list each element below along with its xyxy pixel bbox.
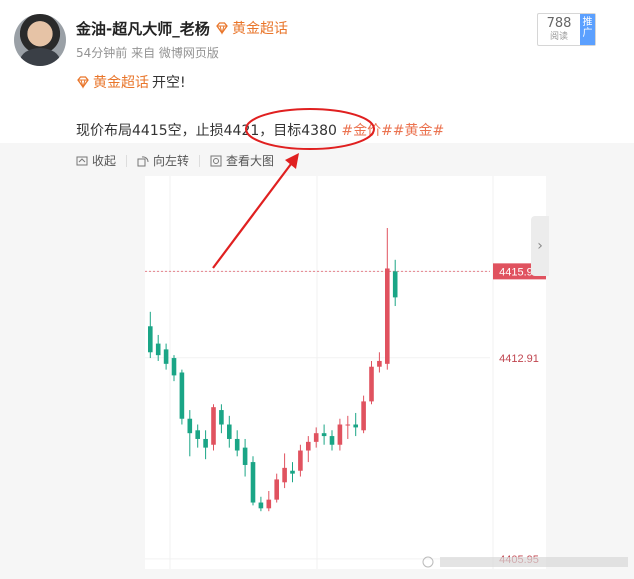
candle-body (171, 358, 177, 376)
candle-body (290, 470, 295, 474)
candle-body (211, 407, 216, 445)
candle-body (266, 499, 272, 509)
post-text-2: 现价布局4415空，止损4421，目标4380 (76, 123, 342, 139)
candle-body (155, 343, 161, 356)
diamond-icon (77, 76, 89, 89)
candle-body (163, 349, 169, 364)
diamond-icon (216, 22, 228, 35)
candle-body (227, 424, 232, 439)
divider (199, 154, 201, 167)
candle-body (148, 326, 153, 353)
view-large-button[interactable]: 查看大图 (210, 152, 274, 169)
read-counter: 788 阅读 推广 (537, 13, 596, 46)
rotate-button[interactable]: 向左转 (137, 152, 189, 169)
price-chart-image[interactable]: 4415.904412.914405.95 (145, 176, 546, 569)
rotate-icon (137, 155, 149, 166)
author-avatar[interactable] (14, 14, 66, 66)
candle-body (274, 479, 279, 500)
topic-link[interactable]: 黄金超话 (93, 72, 149, 92)
collapse-icon (76, 156, 88, 165)
post-line-1: 黄金超话 开空! (76, 72, 186, 92)
candle-body (242, 447, 248, 465)
post-meta: 54分钟前 来自 微博网页版 (76, 46, 219, 60)
super-topic-badge[interactable]: 黄金超话 (215, 18, 288, 38)
candle-body (353, 424, 358, 428)
hashtag-links[interactable]: #金价##黄金# (341, 123, 444, 139)
candle-body (234, 438, 240, 451)
candle-body (219, 410, 224, 425)
post-line-2: 现价布局4415空，止损4421，目标4380 #金价##黄金# (76, 120, 444, 140)
magnify-icon (210, 155, 222, 166)
read-label: 阅读 (549, 32, 568, 42)
author-name[interactable]: 金油-超凡大师_老杨 (76, 18, 210, 39)
read-count: 788 (546, 16, 572, 31)
candle-body (321, 433, 327, 437)
candle-body (187, 418, 193, 434)
candle-body (385, 268, 390, 364)
candle-body (377, 360, 382, 367)
candle-body (203, 438, 208, 448)
image-actions: 收起 向左转 查看大图 (76, 152, 274, 169)
promote-button[interactable]: 推广 (580, 14, 595, 45)
view-large-label: 查看大图 (226, 154, 275, 168)
price-label: 4412.91 (499, 353, 539, 365)
divider (126, 154, 128, 167)
candle-body (250, 462, 256, 503)
candle-body (306, 441, 311, 451)
candle-body (195, 430, 200, 439)
candle-body (179, 372, 185, 419)
next-image-button[interactable]: › (531, 216, 549, 276)
rotate-label: 向左转 (153, 154, 190, 168)
candle-body (337, 424, 343, 445)
candle-body (361, 401, 366, 431)
candle-body (282, 467, 287, 483)
candlestick-chart: 4415.904412.914405.95 (145, 176, 546, 569)
post-text-1: 开空! (152, 75, 186, 91)
candle-body (345, 424, 351, 426)
candle-body (392, 271, 398, 298)
collapse-label: 收起 (92, 154, 117, 168)
candle-body (329, 436, 335, 445)
candle-body (298, 450, 303, 471)
candle-body (369, 366, 374, 402)
collapse-button[interactable]: 收起 (76, 152, 116, 169)
watermark (422, 556, 628, 568)
candle-body (258, 502, 264, 509)
badge-label: 黄金超话 (232, 21, 288, 37)
candle-body (313, 433, 319, 442)
